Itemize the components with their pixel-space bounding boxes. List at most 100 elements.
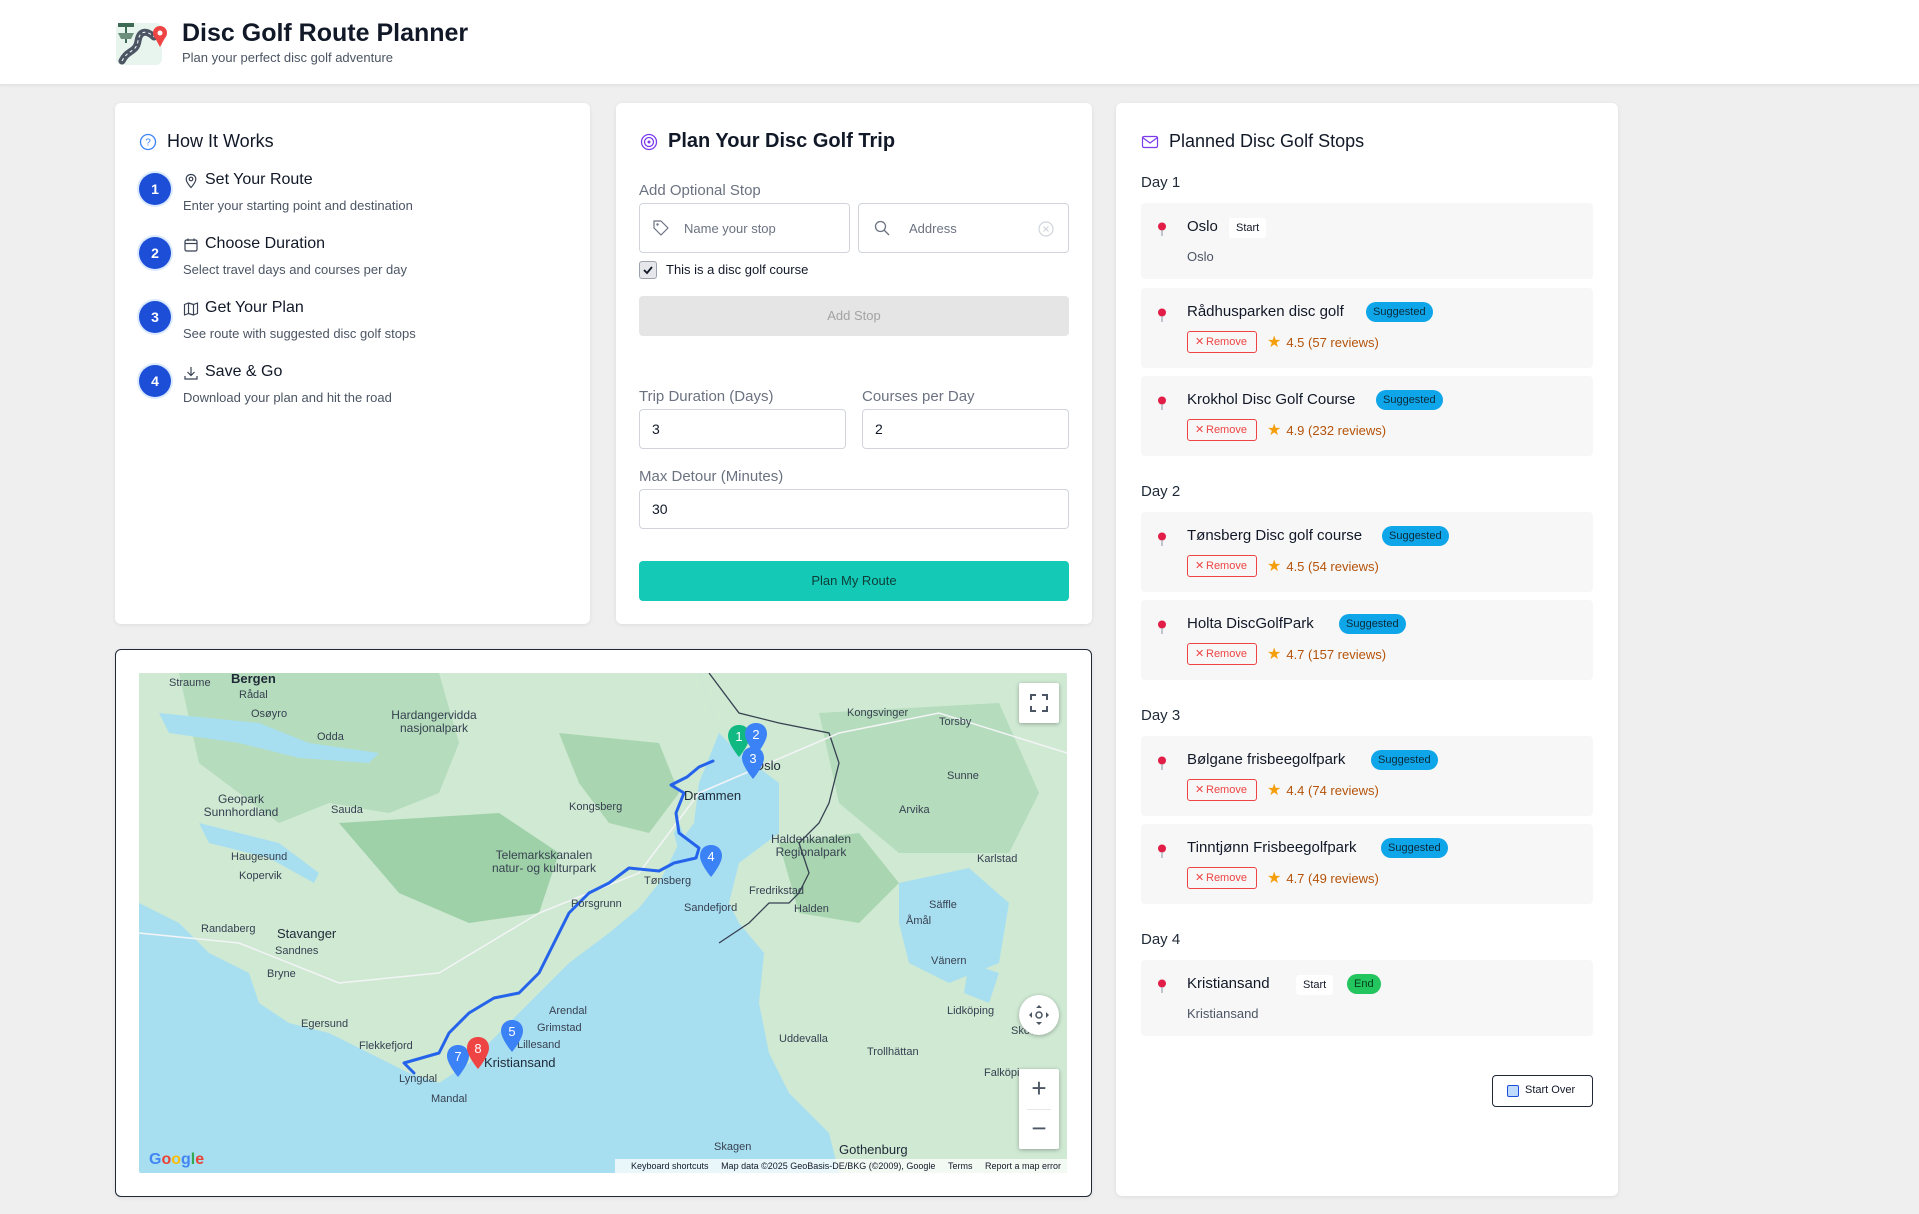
rating: ★ 4.9 (232 reviews) [1267,422,1387,439]
terms-link[interactable]: Terms [948,1161,973,1171]
svg-text:?: ? [145,138,151,149]
map-marker[interactable]: 5 [500,1019,524,1053]
pin-icon [1158,620,1166,634]
map-label: Torsby [939,716,972,728]
suggested-badge: Suggested [1371,750,1438,770]
map-label: Haugesund [231,851,288,863]
remove-button[interactable]: ✕ Remove [1187,867,1257,889]
map-marker[interactable]: 4 [699,844,723,878]
remove-button[interactable]: ✕ Remove [1187,779,1257,801]
courses-per-day-label: Courses per Day [862,388,975,405]
map-label: Mandal [431,1093,468,1105]
map-label: Lidköping [947,1005,995,1017]
how-it-works-title: How It Works [167,131,274,151]
step-number: 3 [139,301,171,333]
camera-control-button[interactable] [1019,995,1059,1035]
check-icon [643,266,653,275]
help-circle-icon: ? [139,133,157,151]
stop-item: Kristiansand Start End Kristiansand [1141,960,1593,1036]
map-label: Rådal [239,689,268,701]
day-label: Day 1 [1141,174,1181,191]
close-icon: ✕ [1195,648,1205,660]
day-label: Day 3 [1141,707,1181,724]
trip-duration-label: Trip Duration (Days) [639,388,774,405]
marker-number: 8 [474,1041,481,1056]
route-map[interactable]: Straume Bergen Rådal Osøyro Odda Hardang… [139,673,1067,1173]
map-marker[interactable]: 3 [741,746,765,780]
courses-per-day-input[interactable]: 2 [862,409,1069,449]
step-title: Get Your Plan [205,299,304,316]
rating: ★ 4.7 (49 reviews) [1267,870,1379,887]
marker-number: 1 [735,729,742,744]
star-icon: ★ [1267,646,1282,663]
rating: ★ 4.5 (54 reviews) [1267,558,1379,575]
close-icon: ✕ [1195,336,1205,348]
disc-golf-course-checkbox[interactable] [639,261,657,279]
move-icon [1029,1005,1049,1025]
address-input[interactable]: Address [858,203,1069,253]
map-label: Odda [317,731,344,743]
end-badge: End [1347,974,1381,994]
start-badge: Start [1229,218,1267,238]
map-marker[interactable]: 8 [466,1036,490,1070]
suggested-badge: Suggested [1381,838,1448,858]
step-title: Choose Duration [205,235,326,252]
start-over-button[interactable]: Start Over [1492,1075,1593,1107]
step-title: Save & Go [205,363,283,380]
remove-button[interactable]: ✕ Remove [1187,419,1257,441]
map-data-attribution: Map data ©2025 GeoBasis-DE/BKG (©2009), … [721,1161,936,1171]
add-stop-label: Add Optional Stop [639,182,761,199]
map-label: Porsgrunn [571,898,622,910]
zoom-out-button[interactable]: − [1019,1109,1059,1149]
clear-icon[interactable] [1038,221,1054,237]
step-description: Select travel days and courses per day [183,262,408,277]
map-label: Telemarkskanalen natur- og kulturpark [491,848,597,875]
add-stop-button[interactable]: Add Stop [639,296,1069,336]
star-icon: ★ [1267,782,1282,799]
map-label: Säffle [929,899,957,911]
map-label: Sandefjord [684,902,738,914]
star-icon: ★ [1267,870,1282,887]
stop-name: Tønsberg Disc golf course [1187,527,1363,544]
trip-duration-input[interactable]: 3 [639,409,846,449]
rating: ★ 4.4 (74 reviews) [1267,782,1379,799]
plan-trip-card: Plan Your Disc Golf Trip Add Optional St… [616,103,1092,624]
remove-button[interactable]: ✕ Remove [1187,555,1257,577]
star-icon: ★ [1267,422,1282,439]
stop-name-input[interactable]: Name your stop [639,203,850,253]
step-description: Enter your starting point and destinatio… [183,198,413,213]
map-label: Kopervik [239,870,282,882]
remove-button[interactable]: ✕ Remove [1187,331,1257,353]
pin-icon [1158,532,1166,546]
keyboard-shortcuts-link[interactable]: Keyboard shortcuts [631,1161,709,1171]
max-detour-input[interactable]: 30 [639,489,1069,529]
fullscreen-icon [1030,694,1048,712]
map-label: Kongsvinger [847,707,909,719]
remove-button[interactable]: ✕ Remove [1187,643,1257,665]
marker-number: 5 [508,1024,515,1039]
google-logo: Google [149,1151,205,1168]
stop-item: Tønsberg Disc golf course Suggested ✕ Rem… [1141,512,1593,592]
map-label: Gothenburg [839,1142,908,1157]
fullscreen-button[interactable] [1019,683,1059,723]
plan-my-route-button[interactable]: Plan My Route [639,561,1069,601]
suggested-badge: Suggested [1366,302,1433,322]
map-label: Arvika [899,804,930,816]
zoom-in-button[interactable]: + [1019,1069,1059,1109]
map-label: Lyngdal [399,1073,438,1085]
app-header: Disc Golf Route Planner Plan your perfec… [0,0,1919,85]
step-number: 4 [139,365,171,397]
map-pin-icon [185,173,197,189]
map-label: Straume [169,677,211,689]
planned-stops-card: Planned Disc Golf Stops Day 1 Oslo Start… [1116,103,1618,1196]
map-label: Egersund [301,1018,349,1030]
pin-icon [1158,396,1166,410]
day-label: Day 2 [1141,483,1181,500]
report-error-link[interactable]: Report a map error [985,1161,1061,1171]
star-icon: ★ [1267,334,1282,351]
map-label: Flekkefjord [359,1040,413,1052]
map-label: Kristiansand [484,1055,556,1070]
stop-name: Rådhusparken disc golf [1187,303,1344,320]
search-icon [874,220,890,236]
start-badge: Start [1296,975,1334,995]
